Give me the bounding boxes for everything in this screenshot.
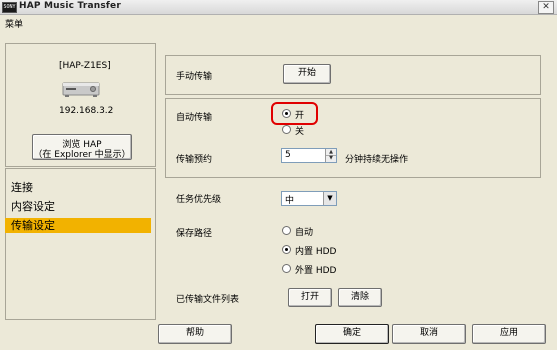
device-image-icon [62,82,100,97]
spin-buttons: ▲ ▼ [325,149,336,162]
device-name: [HAP-Z1ES] [59,61,111,71]
highlight-annotation [271,102,318,125]
open-list-button[interactable]: 打开 [288,288,332,307]
browse-line2: （在 Explorer 中显示） [33,150,131,160]
nav-item-content-settings[interactable]: 内容设定 [5,199,151,214]
manual-transfer-panel [165,55,541,95]
priority-label: 任务优先级 [176,195,222,205]
device-ip: 192.168.3.2 [59,106,114,116]
priority-value: 中 [285,196,295,206]
cancel-button[interactable]: 取消 [392,324,466,344]
schedule-label: 传输预约 [176,155,213,165]
auto-off-label: 关 [295,127,305,137]
menu-item[interactable]: 菜单 [5,17,23,30]
save-path-label: 保存路径 [176,229,213,239]
clear-list-button[interactable]: 清除 [338,288,382,307]
spin-down-icon[interactable]: ▼ [326,155,336,161]
save-path-internal-label: 内置 HDD [295,247,337,257]
auto-transfer-label: 自动传输 [176,113,213,123]
save-path-external-radio[interactable] [282,264,291,273]
ok-button[interactable]: 确定 [315,324,389,344]
title-bar: SONY HAP Music Transfer ✕ [0,0,557,15]
save-path-internal-radio[interactable] [282,245,291,254]
close-button[interactable]: ✕ [538,1,554,14]
auto-transfer-panel [165,98,541,178]
app-icon: SONY [2,2,17,13]
window-title: HAP Music Transfer [19,1,121,11]
nav-item-connect[interactable]: 连接 [5,180,151,195]
manual-transfer-label: 手动传输 [176,72,213,82]
priority-select[interactable]: 中 ▼ [281,191,337,206]
save-path-auto-label: 自动 [295,228,314,238]
help-button[interactable]: 帮助 [158,324,232,344]
nav-item-transfer-settings[interactable]: 传输设定 [5,218,151,233]
menu-bar: 菜单 [0,15,557,31]
save-path-auto-radio[interactable] [282,226,291,235]
transferred-list-label: 已传输文件列表 [176,295,240,305]
save-path-external-label: 外置 HDD [295,266,337,276]
schedule-spinbox[interactable]: 5 ▲ ▼ [281,148,337,163]
auto-off-radio[interactable] [282,125,291,134]
schedule-value: 5 [285,150,291,160]
browse-hap-button[interactable]: 浏览 HAP （在 Explorer 中显示） [32,134,132,160]
apply-button[interactable]: 应用 [472,324,546,344]
chevron-down-icon[interactable]: ▼ [323,192,336,205]
start-button[interactable]: 开始 [283,64,331,84]
schedule-unit: 分钟持续无操作 [345,155,409,165]
device-panel: [HAP-Z1ES] 192.168.3.2 浏览 HAP （在 Explore… [5,43,156,167]
